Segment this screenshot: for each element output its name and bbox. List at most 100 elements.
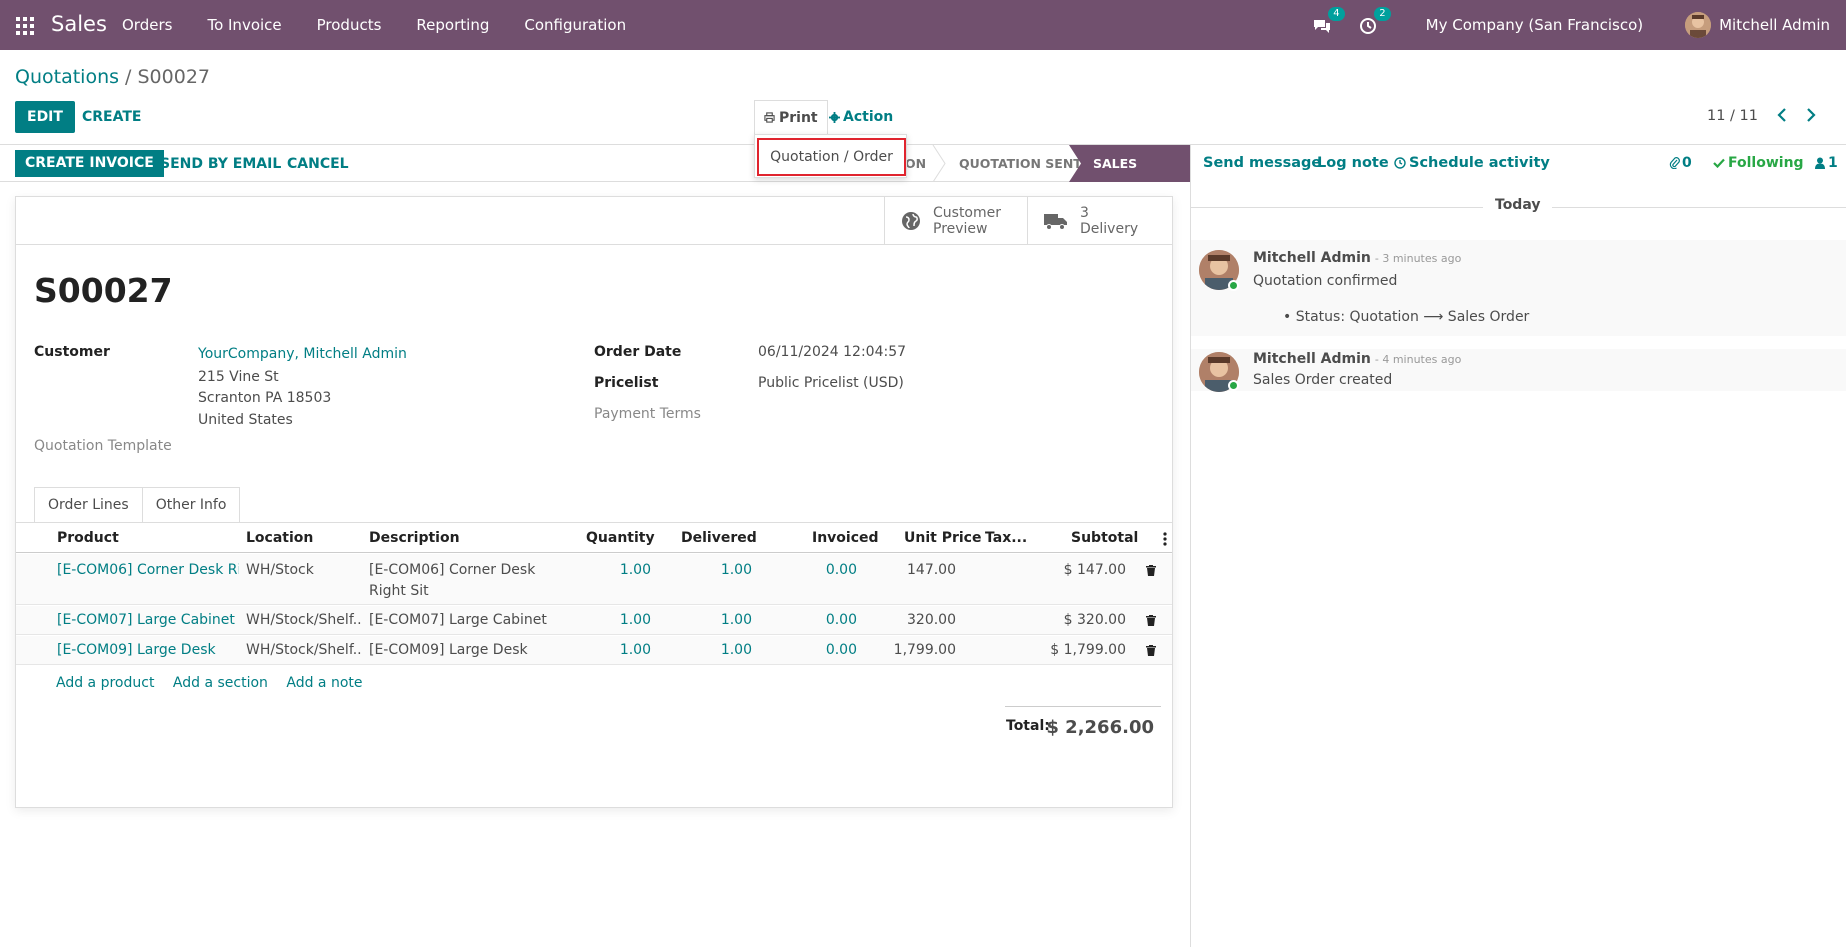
menu-configuration[interactable]: Configuration <box>524 16 626 34</box>
table-row[interactable]: [E-COM07] Large Cabinet WH/Stock/Shelf..… <box>16 606 1172 635</box>
pager-value[interactable]: 11 / 11 <box>1707 108 1758 124</box>
row-quantity[interactable]: 1.00 <box>576 612 651 628</box>
delivery-smart-button[interactable]: 3 Delivery <box>1027 197 1172 245</box>
message-author-line: Mitchell Admin - 4 minutes ago <box>1253 351 1461 367</box>
customer-address-street: 215 Vine St <box>198 369 279 385</box>
menu-reporting[interactable]: Reporting <box>416 16 489 34</box>
row-unit-price[interactable]: 320.00 <box>876 612 956 628</box>
activities-clock-icon[interactable]: 2 <box>1358 7 1391 37</box>
edit-button[interactable]: EDIT <box>15 101 75 133</box>
following-label: Following <box>1728 155 1804 171</box>
col-subtotal[interactable]: Subtotal <box>1071 530 1138 546</box>
table-header: Product Location Description Quantity De… <box>16 523 1172 553</box>
schedule-activity-label: Schedule activity <box>1409 155 1550 171</box>
breadcrumb-separator: / <box>119 66 138 88</box>
breadcrumb-current: S00027 <box>137 66 211 88</box>
delete-row-icon[interactable] <box>1146 615 1156 626</box>
col-quantity[interactable]: Quantity <box>586 530 655 546</box>
check-icon <box>1713 158 1725 168</box>
add-product-link[interactable]: Add a product <box>56 675 154 691</box>
order-date-field[interactable]: 06/11/2024 12:04:57 <box>758 344 906 360</box>
add-note-link[interactable]: Add a note <box>286 675 362 691</box>
followers-button[interactable]: 1 <box>1815 155 1838 171</box>
delete-row-icon[interactable] <box>1146 645 1156 656</box>
action-dropdown-toggle[interactable]: Action <box>829 109 893 125</box>
user-avatar[interactable] <box>1685 12 1712 38</box>
row-product[interactable]: [E-COM09] Large Desk <box>57 642 216 658</box>
print-quotation-order-item[interactable]: Quotation / Order <box>757 138 906 176</box>
message-author[interactable]: Mitchell Admin <box>1253 351 1371 367</box>
schedule-activity-button[interactable]: Schedule activity <box>1394 155 1550 171</box>
customer-preview-line2: Preview <box>933 221 988 237</box>
send-message-button[interactable]: Send message <box>1203 155 1321 171</box>
tab-order-lines[interactable]: Order Lines <box>34 487 143 522</box>
stage-quotation-sent[interactable]: QUOTATION SENT <box>959 145 1082 182</box>
breadcrumb-quotations[interactable]: Quotations <box>15 66 119 88</box>
delete-row-icon[interactable] <box>1146 565 1156 576</box>
user-icon <box>1815 157 1825 169</box>
company-switcher[interactable]: My Company (San Francisco) <box>1426 16 1643 34</box>
col-delivered[interactable]: Delivered <box>681 530 757 546</box>
pager-next-icon[interactable] <box>1805 108 1817 126</box>
send-by-email-button[interactable]: SEND BY EMAIL <box>160 156 281 172</box>
menu-products[interactable]: Products <box>317 16 382 34</box>
row-delivered[interactable]: 1.00 <box>676 562 752 578</box>
col-invoiced[interactable]: Invoiced <box>812 530 879 546</box>
row-location: WH/Stock <box>246 562 314 578</box>
menu-to-invoice[interactable]: To Invoice <box>207 16 281 34</box>
create-invoice-button[interactable]: CREATE INVOICE <box>15 150 164 177</box>
col-description[interactable]: Description <box>369 530 460 546</box>
stage-chevron <box>932 145 946 182</box>
row-description-line1: [E-COM09] Large Desk <box>369 642 528 658</box>
col-taxes[interactable]: Tax... <box>985 530 1027 546</box>
message-body: Quotation confirmed <box>1253 273 1398 289</box>
message-author[interactable]: Mitchell Admin <box>1253 250 1371 266</box>
following-button[interactable]: Following <box>1713 155 1804 171</box>
pricelist-field[interactable]: Public Pricelist (USD) <box>758 375 904 391</box>
table-row[interactable]: [E-COM09] Large Desk WH/Stock/Shelf... [… <box>16 636 1172 665</box>
messages-icon[interactable]: 4 <box>1312 7 1345 37</box>
menu-orders[interactable]: Orders <box>122 16 172 34</box>
payment-terms-label: Payment Terms <box>594 406 701 422</box>
row-unit-price[interactable]: 1,799.00 <box>876 642 956 658</box>
stage-quotation-partial[interactable]: ON <box>905 145 926 182</box>
gear-icon <box>829 111 840 123</box>
apps-menu-icon[interactable] <box>16 17 34 35</box>
pager-previous-icon[interactable] <box>1776 108 1788 126</box>
attachments-button[interactable]: 0 <box>1669 155 1692 171</box>
column-options-icon[interactable] <box>1163 532 1167 546</box>
cancel-button[interactable]: CANCEL <box>287 156 349 172</box>
user-menu[interactable]: Mitchell Admin <box>1719 16 1830 34</box>
row-product[interactable]: [E-COM07] Large Cabinet <box>57 612 235 628</box>
add-section-link[interactable]: Add a section <box>173 675 268 691</box>
row-quantity[interactable]: 1.00 <box>576 642 651 658</box>
clock-icon <box>1394 157 1406 169</box>
row-product[interactable]: [E-COM06] Corner Desk Rig... <box>57 562 239 578</box>
create-button[interactable]: CREATE <box>82 109 141 125</box>
chatter-message: Mitchell Admin - 3 minutes ago Quotation … <box>1191 240 1846 336</box>
messages-badge: 4 <box>1328 7 1345 21</box>
top-navbar: Sales Orders To Invoice Products Reporti… <box>0 0 1846 50</box>
customer-field[interactable]: YourCompany, Mitchell Admin <box>198 346 407 362</box>
log-note-button[interactable]: Log note <box>1317 155 1389 171</box>
col-location[interactable]: Location <box>246 530 313 546</box>
row-unit-price[interactable]: 147.00 <box>876 562 956 578</box>
globe-icon <box>902 212 920 230</box>
customer-preview-button[interactable]: Customer Preview <box>884 197 1027 245</box>
print-dropdown-toggle[interactable]: Print <box>754 100 828 135</box>
attachments-count: 0 <box>1682 155 1692 171</box>
date-separator-label: Today <box>1483 197 1553 213</box>
row-delivered[interactable]: 1.00 <box>676 642 752 658</box>
chatter-panel: Send message Log note Schedule activity … <box>1190 145 1846 947</box>
app-name[interactable]: Sales <box>51 12 107 36</box>
col-product[interactable]: Product <box>57 530 119 546</box>
delivery-label: Delivery <box>1080 221 1139 237</box>
message-date: - 3 minutes ago <box>1374 252 1462 265</box>
table-row[interactable]: [E-COM06] Corner Desk Rig... WH/Stock [E… <box>16 554 1172 605</box>
total-divider <box>1005 706 1161 707</box>
row-quantity[interactable]: 1.00 <box>576 562 651 578</box>
row-delivered[interactable]: 1.00 <box>676 612 752 628</box>
tab-other-info[interactable]: Other Info <box>142 487 241 522</box>
col-unit-price[interactable]: Unit Price <box>904 530 981 546</box>
quotation-template-label: Quotation Template <box>34 438 172 454</box>
